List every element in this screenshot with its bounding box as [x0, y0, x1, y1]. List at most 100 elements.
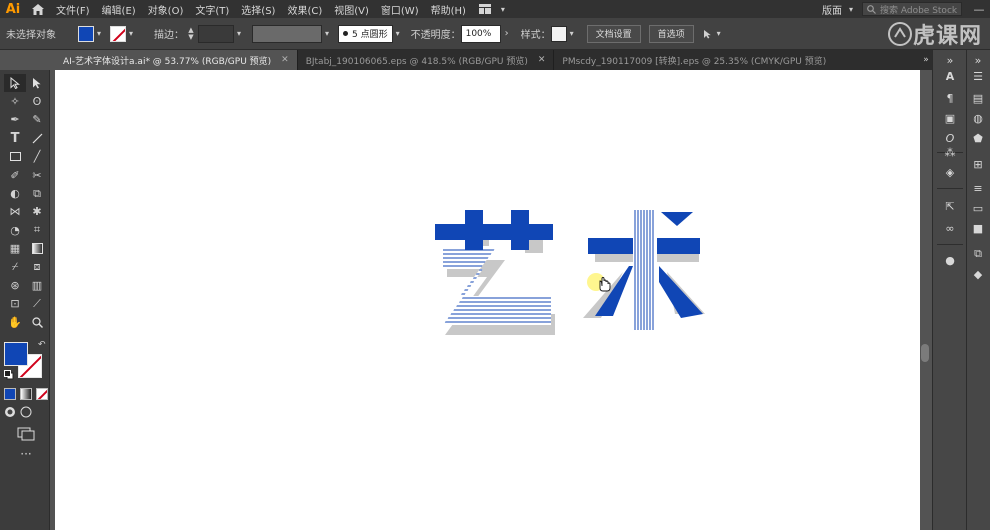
tab-overflow-icon[interactable]: »	[920, 50, 932, 70]
chevron-down-icon[interactable]: ▾	[567, 29, 577, 38]
magic-wand-tool-icon[interactable]: ✧	[4, 92, 26, 110]
brushes-panel-icon[interactable]: ◍	[969, 110, 987, 126]
pen-tool-icon[interactable]: ✒	[4, 111, 26, 129]
paragraph-panel-icon[interactable]: ¶	[941, 90, 959, 106]
collapse-panels-icon[interactable]: »	[969, 52, 987, 68]
mesh-tool-icon[interactable]: ▦	[4, 240, 26, 258]
menu-type[interactable]: 文字(T)	[189, 2, 235, 17]
scrollbar-thumb[interactable]	[921, 344, 929, 362]
zoom-tool-icon[interactable]	[26, 313, 48, 331]
artboard-tool-icon[interactable]: ⊡	[4, 295, 26, 313]
menu-help[interactable]: 帮助(H)	[425, 2, 472, 17]
transparency-panel-icon[interactable]: ≡	[969, 180, 987, 196]
graphic-styles-icon[interactable]: ⊞	[969, 156, 987, 172]
symbol-sprayer-tool-icon[interactable]: ⊛	[4, 276, 26, 294]
gradient-panel-icon[interactable]: ■	[969, 220, 987, 236]
chevron-down-icon[interactable]: ▾	[126, 29, 136, 38]
stock-search-input[interactable]: 搜索 Adobe Stock	[862, 2, 962, 16]
collapse-panels-icon[interactable]: »	[941, 52, 959, 68]
properties-panel-icon[interactable]: ☰	[969, 68, 987, 84]
fill-color-swatch[interactable]	[78, 25, 94, 42]
slice-tool-icon[interactable]: ⟋	[26, 295, 48, 313]
layers-panel-icon[interactable]: ◆	[969, 266, 987, 282]
artboard[interactable]	[55, 70, 920, 530]
swatches-panel-icon[interactable]: ▤	[969, 90, 987, 106]
hand-tool-icon[interactable]: ✋	[4, 313, 26, 331]
opacity-field[interactable]: 100%	[460, 24, 501, 43]
menu-object[interactable]: 对象(O)	[142, 2, 190, 17]
stroke-weight-field[interactable]	[198, 24, 234, 43]
menu-window[interactable]: 窗口(W)	[375, 2, 425, 17]
document-setup-button[interactable]: 文档设置	[586, 24, 641, 43]
paragraph-styles-icon[interactable]: ▣	[941, 110, 959, 126]
stroke-panel-icon[interactable]: ▭	[969, 200, 987, 216]
edit-toolbar-icon[interactable]: ···	[16, 448, 36, 462]
rectangle-tool-icon[interactable]	[4, 148, 26, 166]
eyedropper-tool-icon[interactable]: ⌿	[4, 258, 26, 276]
lasso-tool-icon[interactable]: ʘ	[26, 92, 48, 110]
line-tool-icon[interactable]	[26, 129, 48, 147]
glyphs-panel-icon[interactable]: ⁂	[941, 144, 959, 160]
selection-tool-icon[interactable]	[4, 74, 26, 93]
column-graph-tool-icon[interactable]: ▥	[26, 276, 48, 294]
chevron-down-icon[interactable]: ▾	[714, 29, 724, 38]
brush-definition[interactable]: 5 点圆形	[338, 24, 393, 43]
swap-colors-icon[interactable]: ↶	[38, 340, 46, 350]
perspective-grid-tool-icon[interactable]: ⌗	[26, 221, 48, 239]
appearance-panel-icon[interactable]: ◈	[941, 164, 959, 180]
gradient-tool-icon[interactable]	[26, 240, 48, 258]
menu-select[interactable]: 选择(S)	[235, 2, 281, 17]
shaper-tool-icon[interactable]: ✐	[4, 166, 26, 184]
menu-file[interactable]: 文件(F)	[50, 2, 96, 17]
reflect-tool-icon[interactable]: ◐	[4, 184, 26, 202]
color-panel-icon[interactable]: ●	[941, 252, 959, 268]
transform-panel-icon[interactable]: ⧉	[969, 246, 987, 262]
chevron-down-icon[interactable]: ▾	[234, 29, 244, 38]
shape-builder-tool-icon[interactable]: ◔	[4, 221, 26, 239]
fill-color-box[interactable]	[4, 342, 28, 366]
scale-tool-icon[interactable]: ⧉	[26, 184, 48, 202]
chevron-right-icon[interactable]: ›	[501, 28, 513, 39]
blend-tool-icon[interactable]: ⧈	[26, 258, 48, 276]
home-icon[interactable]	[26, 0, 50, 18]
menu-view[interactable]: 视图(V)	[328, 2, 375, 17]
chevron-down-icon[interactable]: ▾	[393, 29, 403, 38]
links-panel-icon[interactable]: ∞	[941, 220, 959, 236]
draw-behind-icon[interactable]	[20, 406, 32, 418]
width-tool-icon[interactable]: ⋈	[4, 203, 26, 221]
graphic-style-swatch[interactable]	[550, 25, 567, 42]
color-mode-icon[interactable]	[4, 388, 16, 400]
symbols-panel-icon[interactable]: ⬟	[969, 130, 987, 146]
artwork-art-text[interactable]	[55, 70, 920, 530]
preferences-button[interactable]: 首选项	[648, 24, 694, 43]
puppet-warp-tool-icon[interactable]: ✱	[26, 203, 48, 221]
curvature-tool-icon[interactable]: ✎	[26, 111, 48, 129]
chevron-down-icon[interactable]: ▾	[846, 5, 856, 14]
direct-selection-tool-icon[interactable]	[26, 74, 48, 92]
character-panel-icon[interactable]: A	[941, 68, 959, 84]
menu-effect[interactable]: 效果(C)	[281, 2, 328, 17]
menu-edit[interactable]: 编辑(E)	[96, 2, 142, 17]
selection-arrow-icon[interactable]	[702, 29, 714, 39]
gradient-mode-icon[interactable]	[20, 388, 32, 400]
canvas-area[interactable]	[55, 70, 929, 530]
draw-normal-icon[interactable]	[4, 406, 16, 418]
arrange-documents-icon[interactable]	[472, 4, 498, 14]
chevron-down-icon[interactable]: ▾	[322, 29, 332, 38]
minimize-icon[interactable]: —	[968, 0, 990, 18]
screen-mode-icon[interactable]	[16, 426, 36, 442]
type-tool-icon[interactable]: T	[4, 129, 26, 147]
tab-active-document[interactable]: AI-艺术字体设计a.ai* @ 53.77% (RGB/GPU 预览) ✕	[55, 50, 298, 70]
none-mode-icon[interactable]	[36, 388, 48, 400]
stroke-weight-stepper[interactable]: ▲ ▼	[184, 25, 198, 43]
chevron-down-icon[interactable]: ▾	[498, 5, 508, 14]
eraser-tool-icon[interactable]: ✂	[26, 166, 48, 184]
paintbrush-tool-icon[interactable]: ╱	[26, 148, 48, 166]
stroke-color-swatch[interactable]	[110, 25, 126, 42]
close-icon[interactable]: ✕	[281, 55, 289, 65]
close-icon[interactable]: ✕	[538, 55, 546, 65]
workspace-switcher[interactable]: 版面	[818, 2, 846, 17]
default-colors-icon[interactable]	[4, 370, 14, 380]
tab-document[interactable]: BJtabj_190106065.eps @ 418.5% (RGB/GPU 预…	[298, 50, 555, 70]
variable-width-profile[interactable]	[252, 24, 322, 43]
